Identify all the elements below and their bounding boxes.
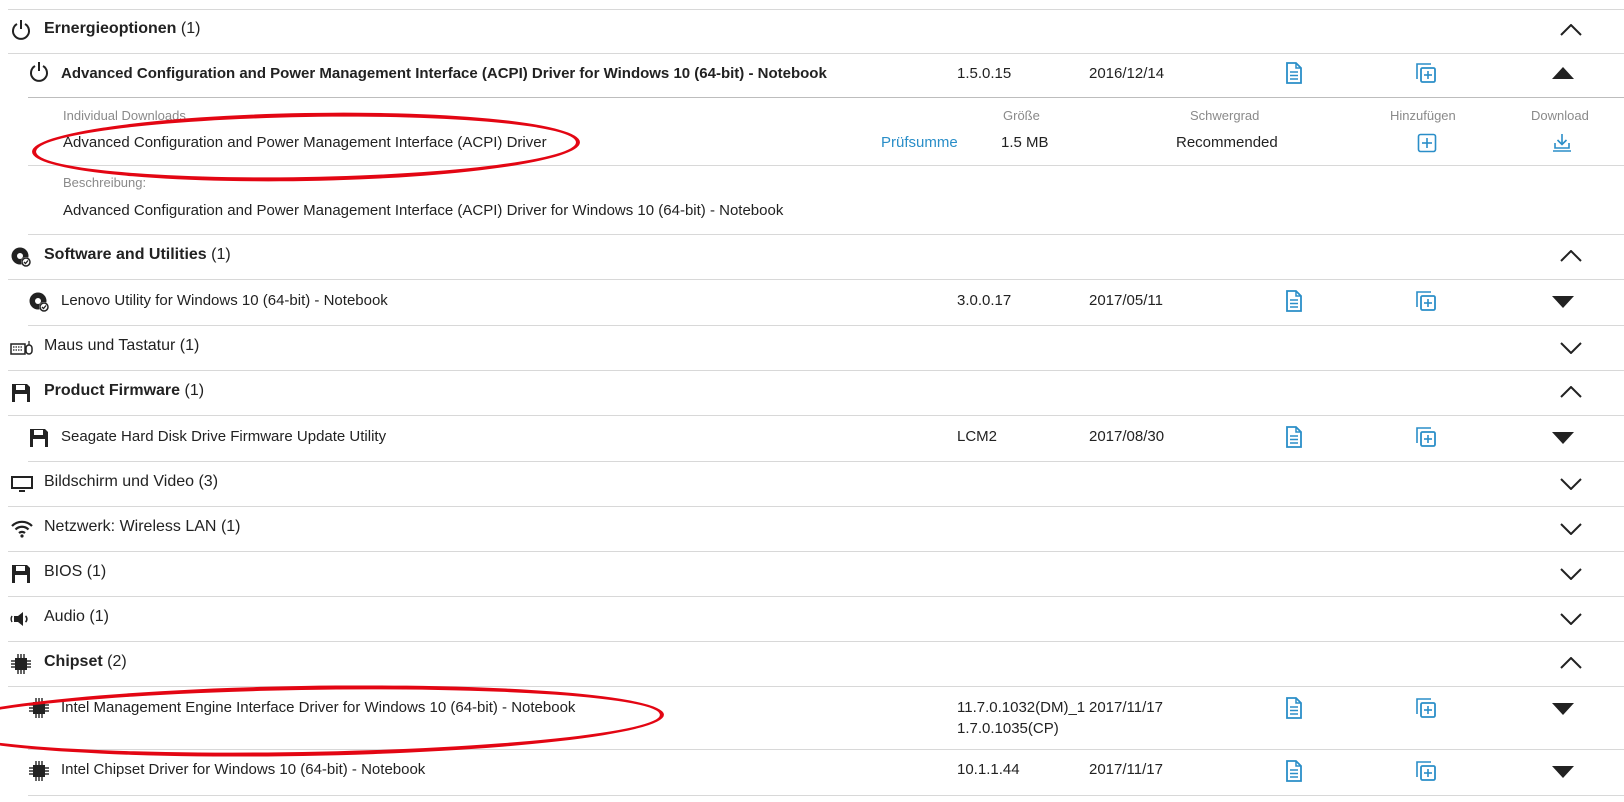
category-bios-header[interactable]: BIOS (1) <box>8 552 1624 597</box>
driver-row-lenovo[interactable]: Lenovo Utility for Windows 10 (64-bit) -… <box>28 280 1624 326</box>
disc-icon <box>10 246 32 268</box>
chevron-down-icon[interactable] <box>1560 342 1582 354</box>
driver-row-intel-chipset[interactable]: Intel Chipset Driver for Windows 10 (64-… <box>28 750 1624 796</box>
keyboard-icon <box>10 338 34 358</box>
driver-version: 10.1.1.44 <box>957 761 1020 778</box>
driver-date: 2017/11/17 <box>1089 761 1163 778</box>
chevron-up-icon[interactable] <box>1560 24 1582 36</box>
add-copy-icon[interactable] <box>1415 697 1437 719</box>
chevron-down-icon[interactable] <box>1560 523 1582 535</box>
category-network-header[interactable]: Netzwerk: Wireless LAN (1) <box>8 507 1624 552</box>
chevron-up-icon[interactable] <box>1560 657 1582 669</box>
category-software-header[interactable]: Software and Utilities (1) <box>8 235 1624 280</box>
description-label: Beschreibung: <box>63 175 147 190</box>
triangle-up-icon[interactable] <box>1552 67 1574 79</box>
chevron-down-icon[interactable] <box>1560 478 1582 490</box>
size-column-label: Größe <box>1003 108 1040 123</box>
driver-row-intel-me[interactable]: Intel Management Engine Interface Driver… <box>28 687 1624 750</box>
document-icon[interactable] <box>1284 290 1304 312</box>
category-title: Ernergieoptionen (1) <box>44 20 201 37</box>
document-icon[interactable] <box>1284 760 1304 782</box>
download-icon[interactable] <box>1552 133 1572 153</box>
triangle-down-icon[interactable] <box>1552 703 1574 715</box>
driver-name: Intel Chipset Driver for Windows 10 (64-… <box>61 761 426 778</box>
category-firmware-header[interactable]: Product Firmware (1) <box>8 371 1624 416</box>
triangle-down-icon[interactable] <box>1552 766 1574 778</box>
driver-version-line2: 1.7.0.1035(CP) <box>957 720 1059 737</box>
driver-version: 1.5.0.15 <box>957 65 1012 82</box>
disc-icon <box>28 291 50 313</box>
category-power-header[interactable]: Ernergieoptionen (1) <box>8 10 1624 54</box>
document-icon[interactable] <box>1284 62 1304 84</box>
add-copy-icon[interactable] <box>1415 426 1437 448</box>
chevron-down-icon[interactable] <box>1560 613 1582 625</box>
power-icon <box>28 61 50 83</box>
driver-date: 2017/05/11 <box>1089 292 1163 309</box>
triangle-down-icon[interactable] <box>1552 296 1574 308</box>
add-copy-icon[interactable] <box>1415 290 1437 312</box>
triangle-down-icon[interactable] <box>1552 432 1574 444</box>
add-copy-icon[interactable] <box>1415 62 1437 84</box>
driver-description-panel: Beschreibung: Advanced Configuration and… <box>28 165 1624 235</box>
individual-downloads-label: Individual Downloads <box>63 108 186 123</box>
chevron-up-icon[interactable] <box>1560 250 1582 262</box>
chevron-down-icon[interactable] <box>1560 568 1582 580</box>
driver-date: 2017/08/30 <box>1089 428 1165 445</box>
file-size: 1.5 MB <box>1001 134 1049 151</box>
category-mouse-header[interactable]: Maus und Tastatur (1) <box>8 326 1624 371</box>
description-text: Advanced Configuration and Power Managem… <box>63 202 784 219</box>
monitor-icon <box>10 474 34 494</box>
power-icon <box>10 19 32 41</box>
driver-version: 3.0.0.17 <box>957 292 1012 309</box>
driver-name: Lenovo Utility for Windows 10 (64-bit) -… <box>61 292 388 309</box>
document-icon[interactable] <box>1284 697 1304 719</box>
category-title: Chipset (2) <box>44 653 127 670</box>
floppy-icon <box>28 427 50 449</box>
category-title: Maus und Tastatur (1) <box>44 337 200 354</box>
driver-date: 2017/11/17 <box>1089 699 1163 716</box>
driver-name: Advanced Configuration and Power Managem… <box>61 65 827 82</box>
driver-version: LCM2 <box>957 428 998 445</box>
floppy-icon <box>10 382 32 404</box>
add-column-label: Hinzufügen <box>1390 108 1456 123</box>
speaker-icon <box>10 609 34 629</box>
category-title: BIOS (1) <box>44 563 107 580</box>
category-title: Netzwerk: Wireless LAN (1) <box>44 518 241 535</box>
category-chipset-header[interactable]: Chipset (2) <box>8 642 1624 687</box>
severity-value: Recommended <box>1176 134 1278 151</box>
chip-icon <box>10 653 32 675</box>
driver-name: Seagate Hard Disk Drive Firmware Update … <box>61 428 387 445</box>
floppy-icon <box>10 563 32 585</box>
chevron-up-icon[interactable] <box>1560 386 1582 398</box>
driver-row-acpi[interactable]: Advanced Configuration and Power Managem… <box>28 53 1624 98</box>
checksum-link[interactable]: Prüfsumme <box>881 134 958 151</box>
category-title: Product Firmware (1) <box>44 382 205 399</box>
driver-detail-panel: Individual Downloads Größe Schwergrad Hi… <box>28 98 1624 166</box>
driver-row-seagate[interactable]: Seagate Hard Disk Drive Firmware Update … <box>28 416 1624 462</box>
category-title: Software and Utilities (1) <box>44 246 231 263</box>
chip-icon <box>28 760 50 782</box>
download-column-label: Download <box>1531 108 1589 123</box>
severity-column-label: Schwergrad <box>1190 108 1260 123</box>
plus-box-icon[interactable] <box>1417 133 1437 153</box>
wifi-icon <box>10 519 34 539</box>
category-title: Bildschirm und Video (3) <box>44 473 219 490</box>
driver-date: 2016/12/14 <box>1089 65 1165 82</box>
category-audio-header[interactable]: Audio (1) <box>8 597 1624 642</box>
driver-name: Intel Management Engine Interface Driver… <box>61 699 576 716</box>
add-copy-icon[interactable] <box>1415 760 1437 782</box>
document-icon[interactable] <box>1284 426 1304 448</box>
category-title: Audio (1) <box>44 608 109 625</box>
chip-icon <box>28 697 50 719</box>
driver-version-line1: 11.7.0.1032(DM)_1 <box>957 699 1086 716</box>
category-display-header[interactable]: Bildschirm und Video (3) <box>8 462 1624 507</box>
download-file-name: Advanced Configuration and Power Managem… <box>63 134 547 151</box>
